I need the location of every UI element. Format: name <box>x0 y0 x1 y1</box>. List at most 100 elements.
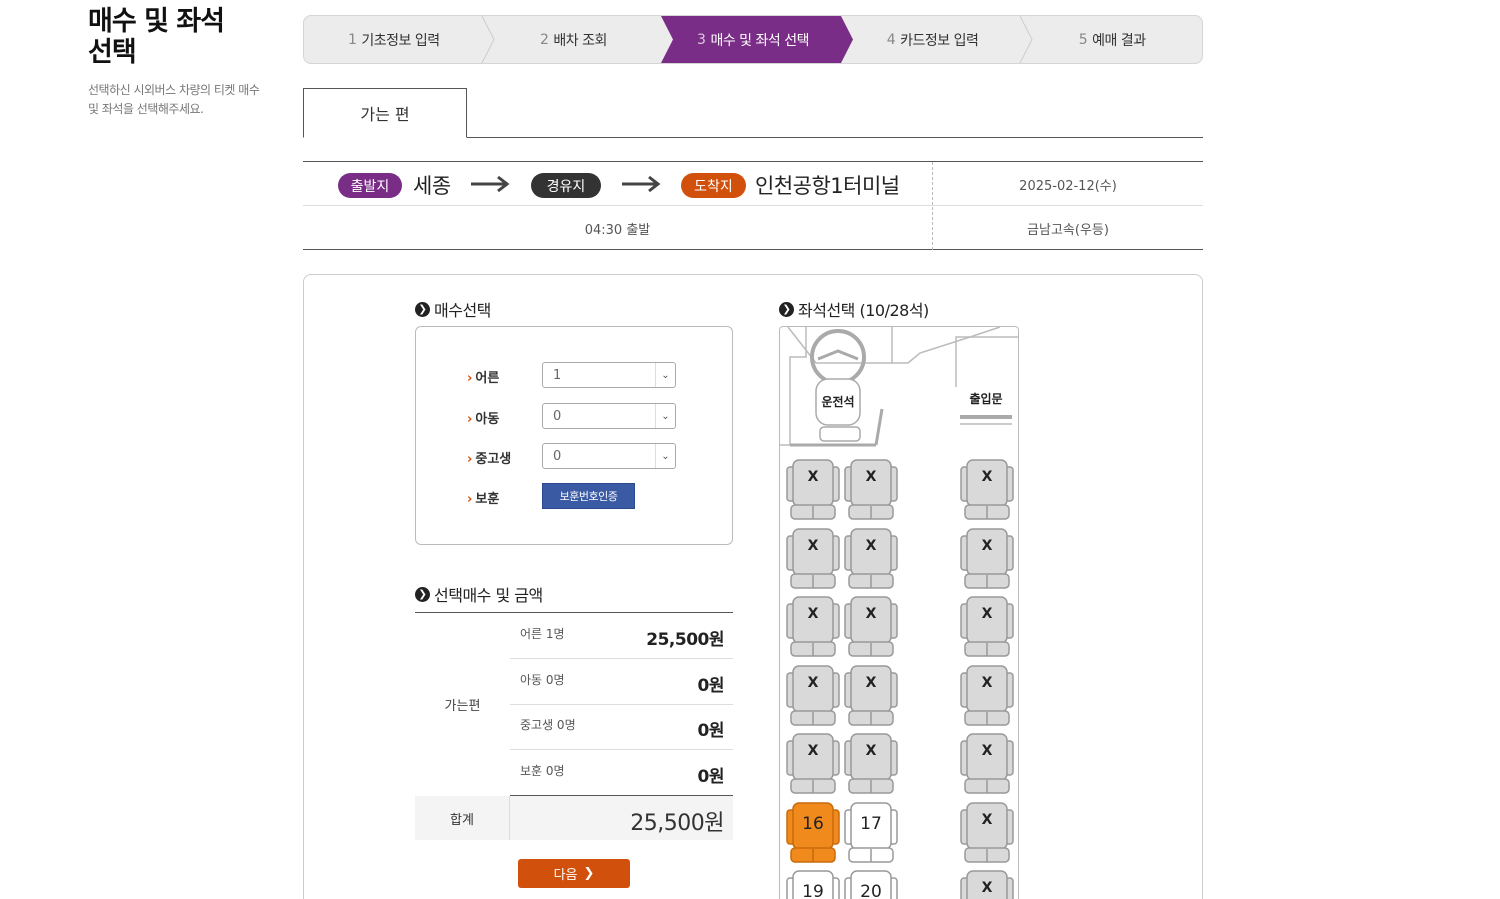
seat: X <box>842 731 900 795</box>
step-separator-icon <box>467 16 498 63</box>
seat-icon <box>960 664 1014 726</box>
seat-label: X <box>981 811 993 828</box>
seat: X <box>958 594 1016 658</box>
arrival-place: 인천공항1터미널 <box>755 174 900 198</box>
seat-label: X <box>981 606 993 622</box>
seat: X <box>784 731 842 795</box>
step-label: 카드정보 입력 <box>900 32 979 49</box>
price-row-value: 0원 <box>697 676 725 696</box>
price-section-title: ❯ 선택매수 및 금액 <box>415 582 543 606</box>
seat-icon <box>960 527 1014 589</box>
direction-label: 가는편 <box>444 698 481 714</box>
step-number: 3 <box>697 31 706 48</box>
seat-label: X <box>865 606 877 622</box>
price-row-value: 25,500원 <box>646 630 724 650</box>
seat-icon <box>960 459 1014 520</box>
step-label: 예매 결과 <box>1092 32 1146 49</box>
step-5: 5 예매 결과 <box>1022 16 1202 63</box>
step-1: 1 기초정보 입력 <box>304 16 498 63</box>
step-label: 배차 조회 <box>553 32 607 49</box>
step-progress-bar: 1 기초정보 입력 2 배차 조회 3 매수 및 좌석 선택 4 카드정보 입력 5 예매 결과 <box>303 15 1203 64</box>
price-total-row: 합계 25,500원 <box>415 796 733 840</box>
seat[interactable]: 16 <box>784 800 842 864</box>
seat[interactable]: 19 <box>784 868 842 899</box>
seat-icon <box>844 733 898 794</box>
adult-count-value: 1 <box>553 367 562 383</box>
step-label: 매수 및 좌석 선택 <box>710 32 809 49</box>
chevron-right-icon: ❯ <box>583 866 595 881</box>
count-box <box>415 326 733 545</box>
seat-label: X <box>807 537 819 554</box>
seat-label: X <box>865 469 877 485</box>
departure-time: 04:30 출발 <box>584 222 651 238</box>
student-label-text: 중고생 <box>475 452 512 467</box>
count-section-title: ❯ 매수선택 <box>415 297 491 321</box>
adult-label-text: 어른 <box>475 371 500 386</box>
seat-label: 19 <box>802 882 824 899</box>
step-number: 4 <box>886 31 896 48</box>
seat-label: X <box>981 674 993 691</box>
seat-label: X <box>807 674 819 691</box>
student-label: › 중고생 <box>467 452 512 467</box>
seat-icon <box>960 596 1014 657</box>
seat: X <box>958 731 1016 795</box>
price-row-value: 0원 <box>697 721 725 741</box>
total-label: 합계 <box>415 796 510 840</box>
seat: X <box>784 526 842 590</box>
tab-outbound[interactable]: 가는 편 <box>303 88 467 138</box>
price-row-label: 보훈 0명 <box>520 764 565 778</box>
chevron-circle-icon: ❯ <box>415 586 430 602</box>
seat: X <box>784 663 842 727</box>
seat-label: X <box>981 469 993 485</box>
arrival-badge: 도착지 <box>681 173 746 198</box>
child-count-select[interactable]: 0 ⌄ <box>542 403 676 429</box>
seat-icon <box>786 733 840 794</box>
seat: X <box>842 457 900 521</box>
price-row-label: 어른 1명 <box>520 627 565 641</box>
price-row: 어른 1명 25,500원 <box>510 613 733 659</box>
seat-label: X <box>981 880 993 896</box>
seat[interactable]: 20 <box>842 868 900 899</box>
adult-count-select[interactable]: 1 ⌄ <box>542 362 676 388</box>
next-button[interactable]: 다음 ❯ <box>518 859 630 888</box>
price-row: 보훈 0명 0원 <box>510 750 733 796</box>
seat-label: X <box>807 469 819 485</box>
seat-label: X <box>807 606 819 622</box>
seat-label: X <box>981 743 993 759</box>
price-row-label: 아동 0명 <box>520 673 565 687</box>
departure-badge: 출발지 <box>338 173 402 198</box>
chevron-down-icon: ⌄ <box>655 404 675 428</box>
seat-icon <box>786 459 840 520</box>
seat: X <box>958 663 1016 727</box>
route-info: 출발지 세종 경유지 도착지 인천공항1터미널 2025-02-12(수) 04… <box>303 161 1203 250</box>
student-count-value: 0 <box>553 448 562 464</box>
veteran-auth-button[interactable]: 보훈번호인증 <box>542 483 635 509</box>
seat-title-text: 좌석선택 (10/28석) <box>798 301 929 320</box>
seat-icon <box>844 459 898 520</box>
arrow-right-icon <box>622 175 661 193</box>
seat: X <box>958 526 1016 590</box>
price-row-value: 0원 <box>697 767 725 787</box>
seat: X <box>784 594 842 658</box>
driver-label: 운전석 <box>821 395 855 409</box>
seat-map: 운전석 출입문 X X X X X X X X X X X X X X X 16 17 X 19 20 X <box>779 326 1019 899</box>
step-number: 1 <box>347 31 357 48</box>
departure-place: 세종 <box>413 174 451 198</box>
chevron-down-icon: ⌄ <box>655 444 675 468</box>
seat-label: 17 <box>860 813 882 834</box>
via-badge: 경유지 <box>531 173 601 198</box>
step-separator-icon <box>826 16 857 63</box>
student-count-select[interactable]: 0 ⌄ <box>542 443 676 469</box>
seat-label: X <box>981 537 993 554</box>
seat-section-title: ❯ 좌석선택 (10/28석) <box>779 297 929 321</box>
price-title-text: 선택매수 및 금액 <box>434 586 543 605</box>
veteran-label-text: 보훈 <box>475 492 500 507</box>
seat: X <box>958 457 1016 521</box>
departure-date: 2025-02-12(수) <box>1019 178 1117 194</box>
seat: X <box>842 594 900 658</box>
chevron-circle-icon: ❯ <box>415 301 430 317</box>
seat-icon <box>960 733 1014 794</box>
step-2: 2 배차 조회 <box>484 16 678 63</box>
seat[interactable]: 17 <box>842 800 900 864</box>
count-title-text: 매수선택 <box>434 301 491 320</box>
